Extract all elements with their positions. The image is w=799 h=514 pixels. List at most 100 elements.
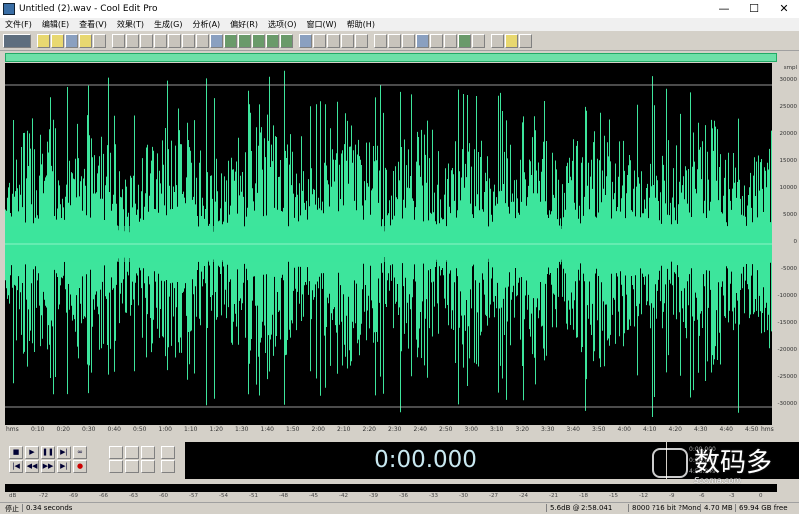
envelope-button[interactable] — [313, 33, 326, 48]
mix-paste-button[interactable] — [182, 33, 195, 48]
level-tick: -27 — [489, 493, 498, 499]
play-to-end-button[interactable]: ▶| — [57, 446, 71, 459]
maximize-button[interactable]: ☐ — [739, 0, 769, 18]
stop-button[interactable]: ■ — [9, 446, 23, 459]
level-tick: -60 — [159, 493, 168, 499]
menu-analyze[interactable]: 分析(A) — [187, 18, 225, 31]
tool-settings-button[interactable] — [444, 33, 457, 48]
snap-button[interactable] — [224, 33, 237, 48]
level-tick: -12 — [639, 493, 648, 499]
time-tick: 2:50 — [439, 426, 453, 433]
time-tick: 0:30 — [82, 426, 96, 433]
play-button[interactable]: ▶ — [25, 446, 39, 459]
amplitude-tick: -20000 — [777, 347, 797, 353]
normalize-button[interactable] — [327, 33, 340, 48]
menu-effects[interactable]: 效果(T) — [112, 18, 149, 31]
zoom-left-icon[interactable] — [109, 460, 123, 473]
cut-button[interactable] — [140, 33, 153, 48]
waveform-svg[interactable] — [5, 63, 772, 425]
new-file-button[interactable] — [37, 33, 50, 48]
pause-button[interactable]: ❚❚ — [41, 446, 55, 459]
time-tick: 0:50 — [133, 426, 147, 433]
copy-button[interactable] — [154, 33, 167, 48]
zoom-out-horizontal-icon[interactable] — [125, 446, 139, 459]
noise-reduction-button[interactable] — [341, 33, 354, 48]
open-file-button[interactable] — [51, 33, 64, 48]
save-button[interactable] — [65, 33, 78, 48]
level-tick: -18 — [579, 493, 588, 499]
statistics-button[interactable] — [280, 33, 293, 48]
zoom-out-vertical-icon[interactable] — [161, 460, 175, 473]
level-tick: -33 — [429, 493, 438, 499]
paste-button[interactable] — [168, 33, 181, 48]
zoom-full-icon[interactable] — [141, 446, 155, 459]
undo-button[interactable] — [112, 33, 125, 48]
time-tick: 1:50 — [286, 426, 300, 433]
status-free-space: 69.94 GB free — [735, 504, 788, 512]
level-tick: -66 — [99, 493, 108, 499]
loop-button[interactable]: ∞ — [73, 446, 87, 459]
spectral-view-button[interactable] — [238, 33, 251, 48]
level-tick: -9 — [669, 493, 675, 499]
cue-list-button[interactable] — [374, 33, 387, 48]
app-icon — [3, 3, 15, 15]
menu-view[interactable]: 查看(V) — [74, 18, 112, 31]
open-append-button[interactable] — [79, 33, 92, 48]
redo-button[interactable] — [126, 33, 139, 48]
time-tick: 1:40 — [260, 426, 274, 433]
close-file-button[interactable] — [93, 33, 106, 48]
minimize-button[interactable]: — — [709, 0, 739, 18]
menu-edit[interactable]: 编辑(E) — [37, 18, 74, 31]
info-button[interactable] — [416, 33, 429, 48]
group-button[interactable] — [472, 33, 485, 48]
waveform-overview-bar[interactable] — [5, 53, 777, 62]
zoom-in-horizontal-icon[interactable] — [109, 446, 123, 459]
help-button[interactable] — [519, 33, 532, 48]
window-title: Untitled (2).wav - Cool Edit Pro — [19, 4, 158, 14]
favorites-button[interactable] — [505, 33, 518, 48]
watermark-text: 数码多 — [694, 448, 773, 478]
zoom-right-icon[interactable] — [125, 460, 139, 473]
menu-favorites[interactable]: 偏好(R) — [225, 18, 263, 31]
amplitude-tick: -30000 — [777, 401, 797, 407]
waveform-view-button[interactable] — [252, 33, 265, 48]
time-ruler: hms 0:10 0:20 0:30 0:40 0:50 1:00 1:10 1:20 1:30 1… — [5, 425, 777, 436]
title-bar: Untitled (2).wav - Cool Edit Pro — ☐ ✕ — [0, 0, 799, 18]
rewind-button[interactable]: ◀◀ — [25, 460, 39, 473]
time-tick: 2:40 — [413, 426, 427, 433]
zoom-selection-icon[interactable] — [141, 460, 155, 473]
text-tool-button[interactable] — [430, 33, 443, 48]
go-to-end-button[interactable]: ▶| — [57, 460, 71, 473]
waveform-display[interactable] — [5, 63, 772, 425]
close-button[interactable]: ✕ — [769, 0, 799, 18]
level-tick: -3 — [729, 493, 735, 499]
fast-forward-button[interactable]: ▶▶ — [41, 460, 55, 473]
dock-button[interactable] — [458, 33, 471, 48]
status-level: 5.6dB @ — [546, 504, 580, 512]
eq-button[interactable] — [355, 33, 368, 48]
marker-button[interactable] — [402, 33, 415, 48]
amplitude-tick: 5000 — [783, 212, 797, 218]
menu-help[interactable]: 帮助(H) — [342, 18, 380, 31]
amplitude-tick: -15000 — [777, 320, 797, 326]
multitrack-toggle-button[interactable] — [3, 33, 31, 48]
playlist-button[interactable] — [388, 33, 401, 48]
time-tick: 3:50 — [592, 426, 606, 433]
amplify-button[interactable] — [299, 33, 312, 48]
level-tick: -24 — [519, 493, 528, 499]
menu-window[interactable]: 窗口(W) — [302, 18, 342, 31]
menu-generate[interactable]: 生成(G) — [149, 18, 187, 31]
go-to-start-button[interactable]: |◀ — [9, 460, 23, 473]
main-toolbar — [0, 31, 799, 51]
record-button[interactable]: ● — [73, 460, 87, 473]
amplitude-tick: 10000 — [779, 185, 798, 191]
select-all-button[interactable] — [210, 33, 223, 48]
menu-options[interactable]: 选项(O) — [263, 18, 302, 31]
trim-button[interactable] — [196, 33, 209, 48]
scripts-button[interactable] — [491, 33, 504, 48]
menu-file[interactable]: 文件(F) — [0, 18, 37, 31]
time-tick: 4:10 — [643, 426, 657, 433]
frequency-analysis-button[interactable] — [266, 33, 279, 48]
zoom-in-vertical-icon[interactable] — [161, 446, 175, 459]
amplitude-tick: -5000 — [781, 266, 797, 272]
